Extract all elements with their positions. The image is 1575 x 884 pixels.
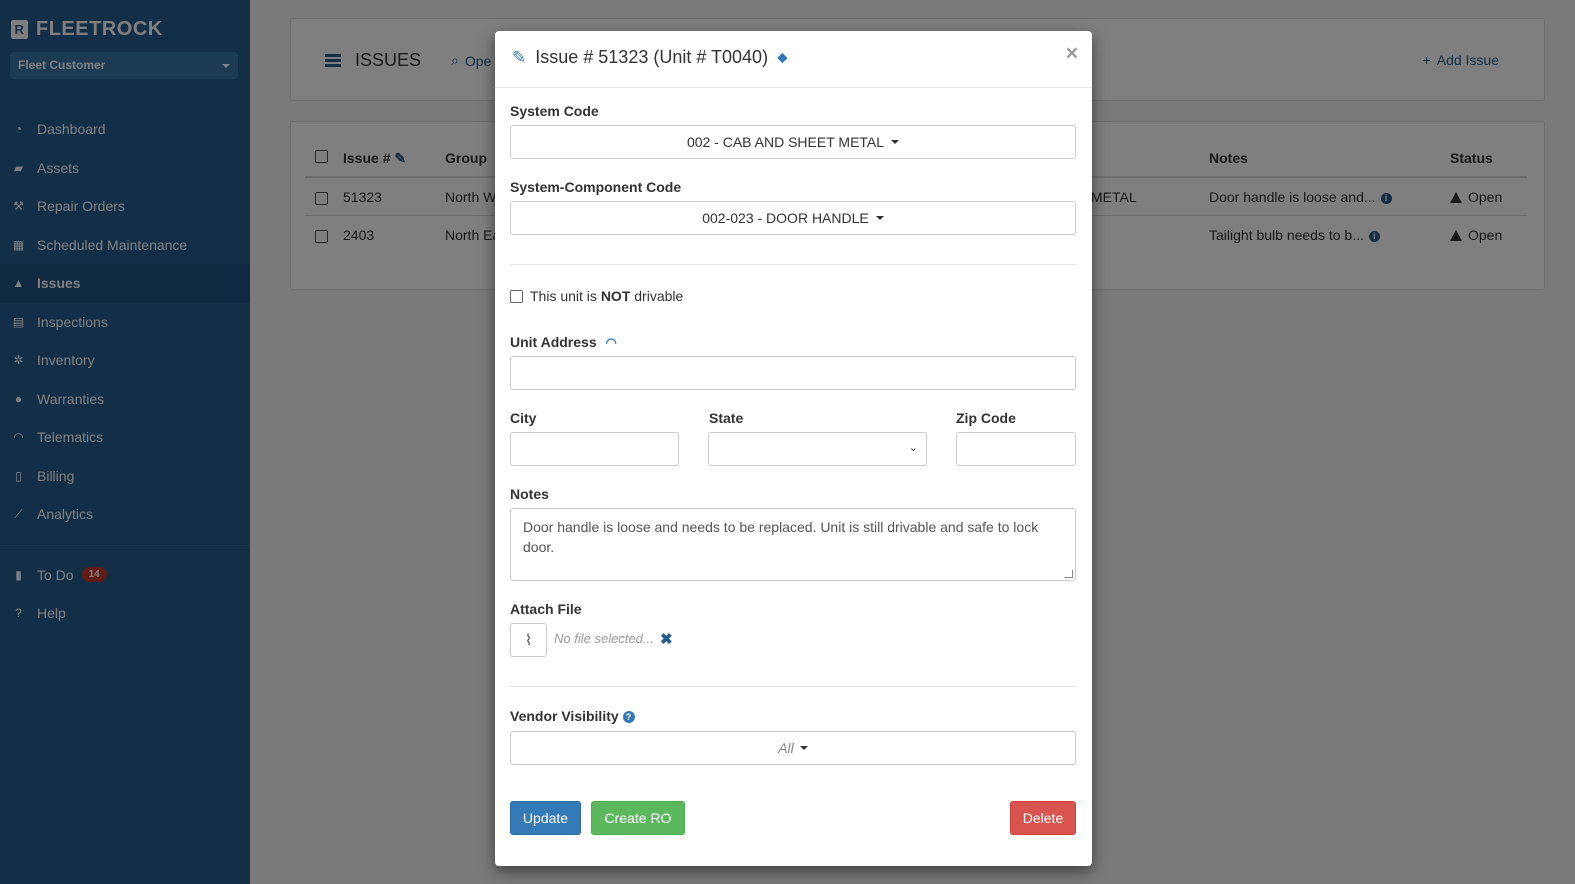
delete-button[interactable]: Delete bbox=[1010, 801, 1076, 835]
divider bbox=[510, 264, 1076, 265]
modal-header: ✎ Issue # 51323 (Unit # T0040) ⬥ × bbox=[495, 31, 1092, 88]
state-select[interactable]: ⌄ bbox=[708, 432, 927, 466]
not-drivable-checkbox[interactable] bbox=[510, 289, 523, 303]
chevron-down-icon: ⌄ bbox=[908, 442, 918, 454]
city-label: City bbox=[510, 410, 537, 426]
attach-file-button[interactable]: ⌇ bbox=[510, 623, 547, 657]
attach-file-label: Attach File bbox=[510, 601, 582, 617]
divider bbox=[510, 686, 1076, 687]
vendor-visibility-value: All bbox=[778, 740, 794, 756]
no-file-text: No file selected... bbox=[554, 631, 654, 646]
vendor-visibility-label: Vendor Visibility? bbox=[510, 708, 635, 724]
not-drivable-label[interactable]: This unit is NOT drivable bbox=[530, 288, 683, 304]
edit-issue-modal: ✎ Issue # 51323 (Unit # T0040) ⬥ × Syste… bbox=[495, 31, 1092, 866]
not-drivable-row: This unit is NOT drivable bbox=[510, 288, 683, 304]
zip-label: Zip Code bbox=[956, 410, 1016, 426]
city-input[interactable] bbox=[510, 432, 679, 466]
notes-label: Notes bbox=[510, 486, 549, 502]
paperclip-icon: ⌇ bbox=[524, 632, 533, 649]
system-code-value: 002 - CAB AND SHEET METAL bbox=[686, 134, 885, 150]
system-code-label: System Code bbox=[510, 103, 599, 119]
pencil-icon: ✎ bbox=[512, 47, 527, 67]
zip-input[interactable] bbox=[956, 432, 1076, 466]
unit-address-input[interactable] bbox=[510, 356, 1076, 390]
close-button[interactable]: × bbox=[1066, 43, 1078, 64]
component-code-value: 002-023 - DOOR HANDLE bbox=[702, 210, 869, 226]
caret-down-icon bbox=[799, 746, 808, 750]
notes-textarea[interactable]: Door handle is loose and needs to be rep… bbox=[510, 508, 1076, 581]
vendor-visibility-dropdown[interactable]: All bbox=[510, 731, 1076, 765]
not-drivable-emphasis: NOT bbox=[600, 288, 631, 304]
caret-down-icon bbox=[891, 140, 900, 144]
caret-down-icon bbox=[875, 216, 884, 220]
help-icon[interactable]: ? bbox=[622, 711, 635, 723]
state-label: State bbox=[709, 410, 744, 426]
create-ro-button[interactable]: Create RO bbox=[591, 801, 685, 835]
not-drivable-prefix: This unit is bbox=[530, 288, 601, 304]
tag-icon[interactable]: ⬥ bbox=[777, 49, 788, 66]
unit-address-label: Unit Address ◠ bbox=[510, 334, 617, 351]
clear-file-icon[interactable]: ✖ bbox=[660, 630, 673, 648]
notes-value: Door handle is loose and needs to be rep… bbox=[523, 519, 1039, 555]
system-code-dropdown[interactable]: 002 - CAB AND SHEET METAL bbox=[510, 125, 1076, 159]
update-button[interactable]: Update bbox=[510, 801, 581, 835]
component-code-label: System-Component Code bbox=[510, 179, 682, 195]
wifi-icon[interactable]: ◠ bbox=[606, 335, 617, 350]
not-drivable-suffix: drivable bbox=[630, 288, 684, 304]
modal-title-text: Issue # 51323 (Unit # T0040) bbox=[535, 47, 769, 67]
resize-handle[interactable] bbox=[1065, 570, 1073, 578]
modal-title: ✎ Issue # 51323 (Unit # T0040) ⬥ bbox=[512, 47, 788, 68]
vendor-visibility-label-text: Vendor Visibility bbox=[510, 708, 619, 724]
component-code-dropdown[interactable]: 002-023 - DOOR HANDLE bbox=[510, 201, 1076, 235]
unit-address-label-text: Unit Address bbox=[510, 334, 597, 350]
